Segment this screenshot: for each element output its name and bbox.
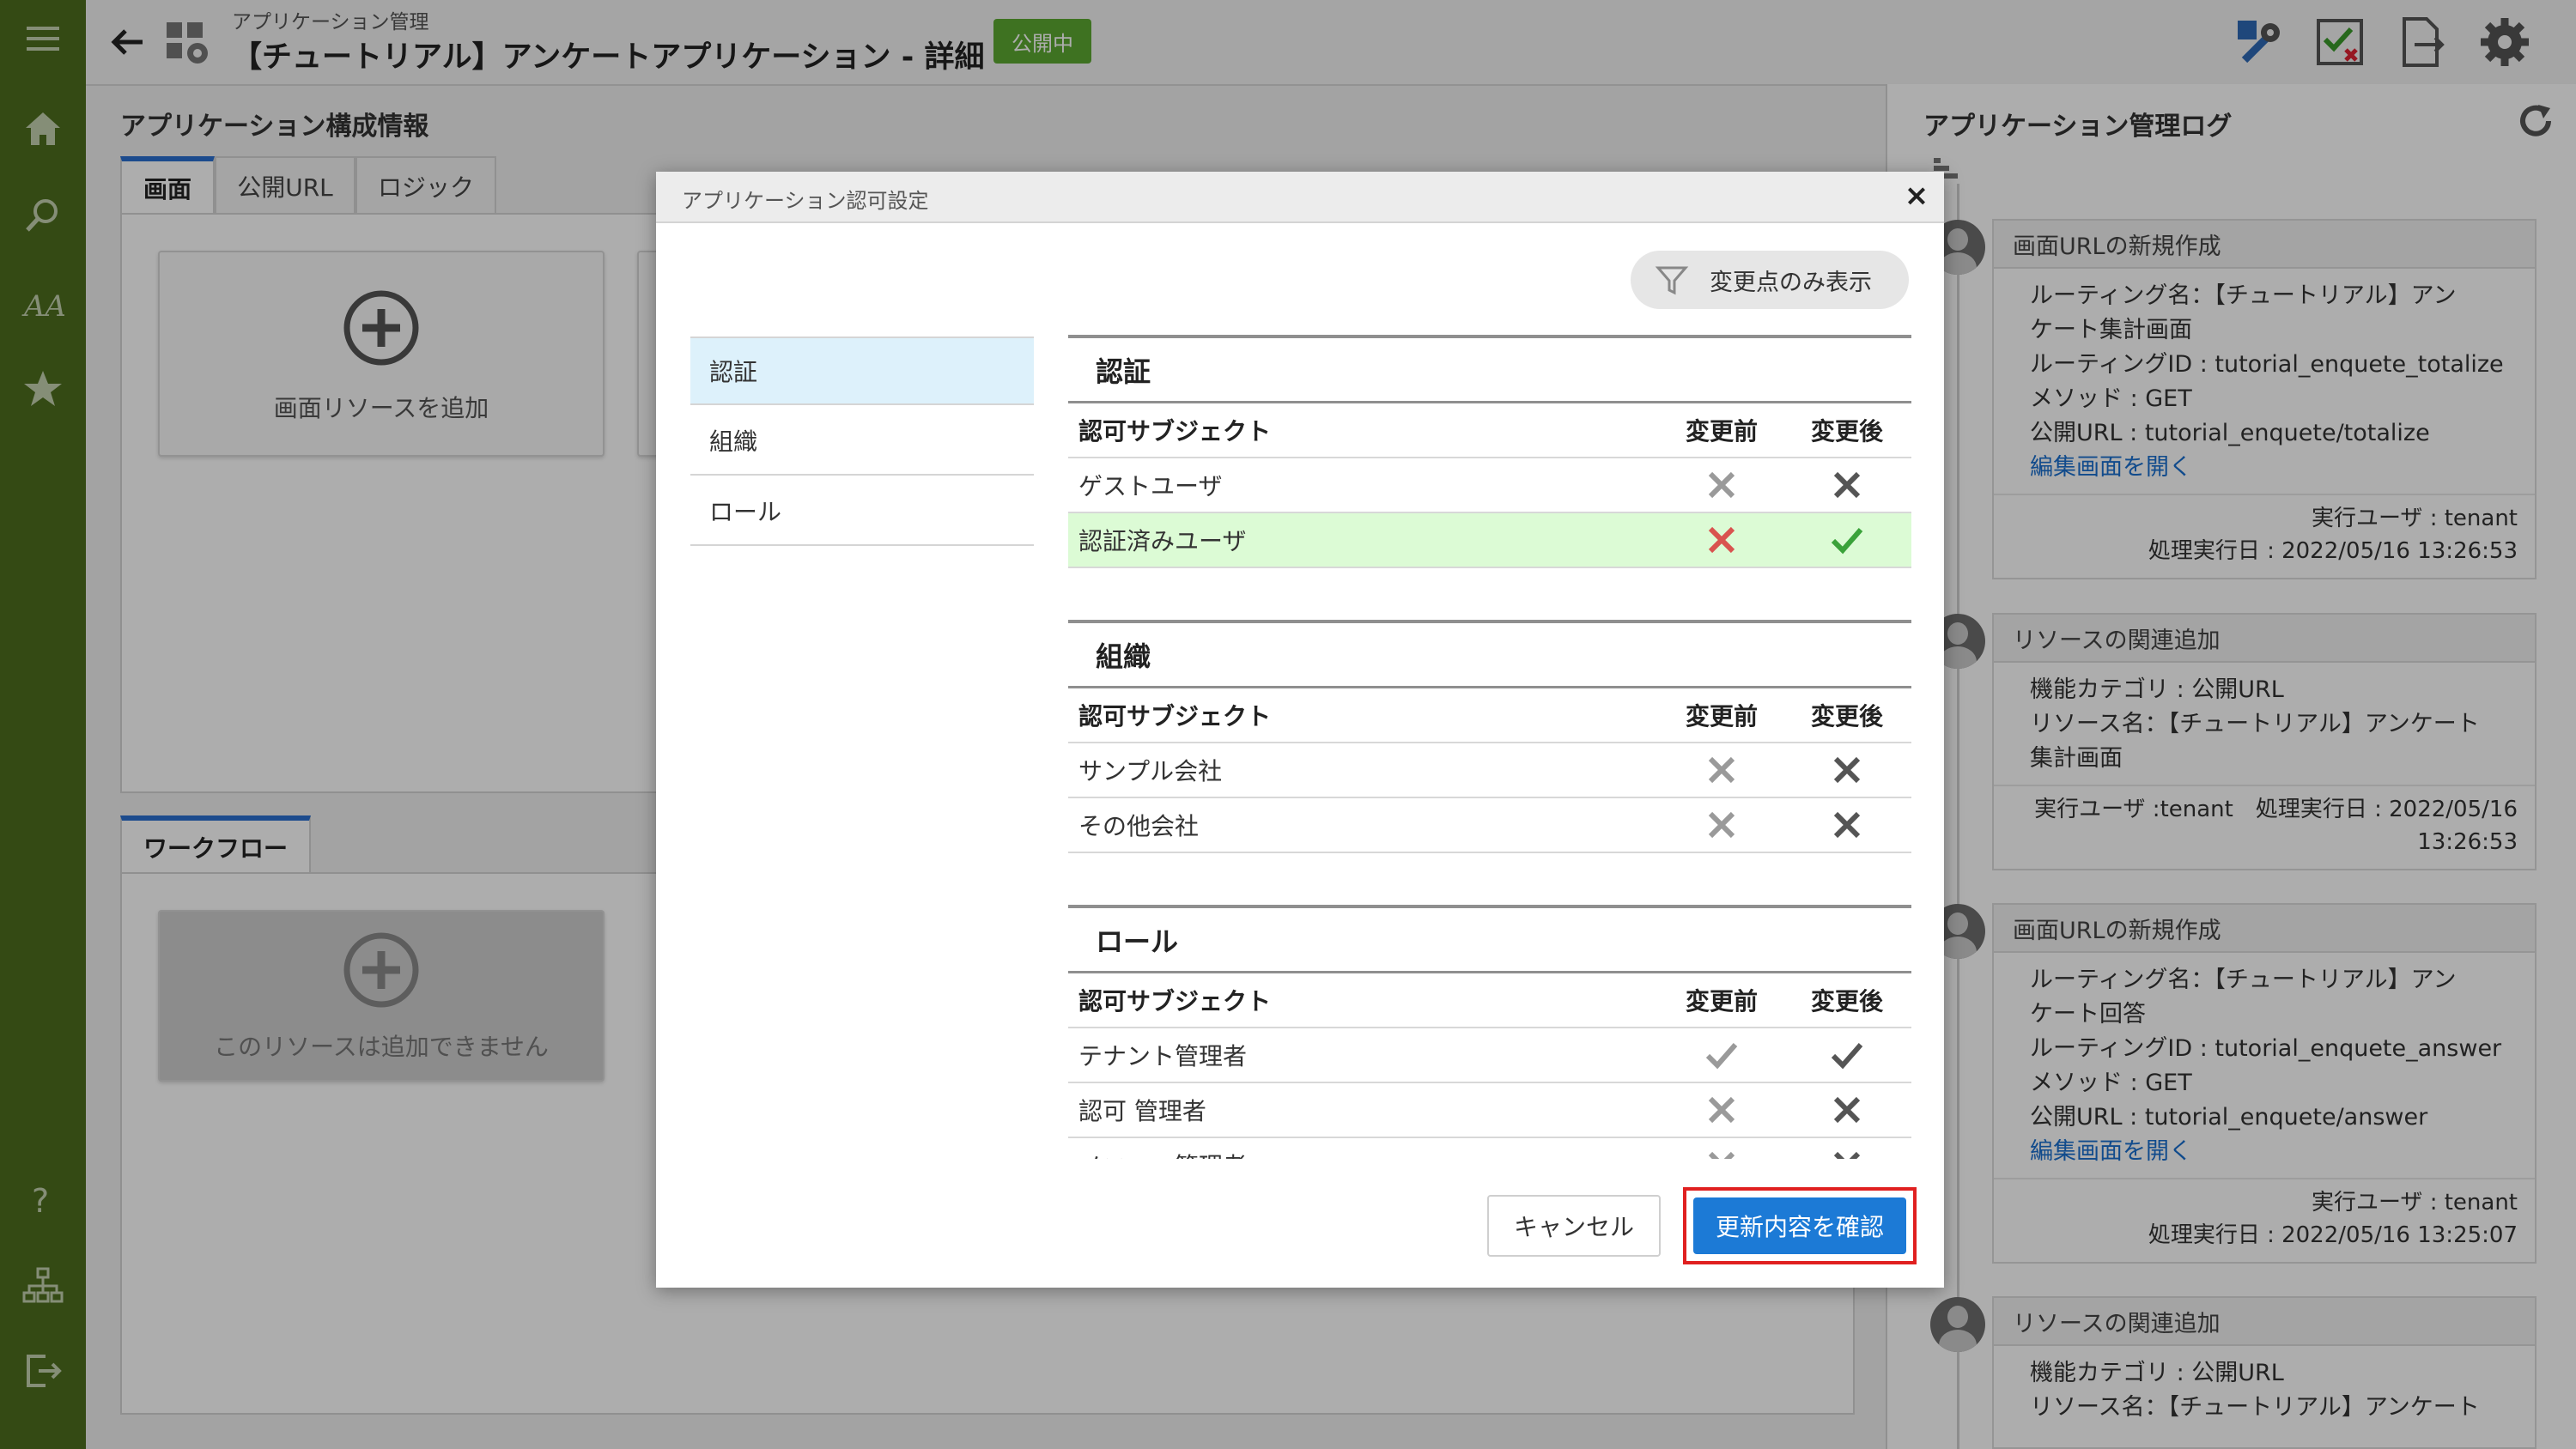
section-title: 認証: [1068, 335, 1911, 403]
after-cross-icon: [1784, 470, 1910, 500]
table-row: 認可 管理者: [1068, 1083, 1911, 1138]
dialog-title: アプリケーション認可設定: [682, 189, 929, 213]
subject-name: テナント管理者: [1078, 1042, 1248, 1070]
before-cross-icon: [1659, 755, 1784, 785]
confirm-update-button[interactable]: 更新内容を確認: [1693, 1197, 1906, 1254]
table-row: メニュー管理者: [1068, 1138, 1911, 1159]
cancel-button[interactable]: キャンセル: [1487, 1195, 1661, 1257]
table-header-row: 認可サブジェクト 変更前 変更後: [1068, 688, 1911, 743]
table-header-row: 認可サブジェクト 変更前 変更後: [1068, 403, 1911, 458]
col-before: 変更前: [1685, 417, 1758, 446]
auth-section: 組織認可サブジェクト 変更前 変更後サンプル会社 その他会社: [1068, 620, 1911, 853]
col-subject: 認可サブジェクト: [1078, 417, 1272, 446]
col-subject: 認可サブジェクト: [1078, 987, 1272, 1016]
section-title: ロール: [1068, 905, 1911, 973]
section-title: 組織: [1068, 620, 1911, 688]
authorization-dialog: アプリケーション認可設定 × 変更点のみ表示 認証 組織 ロール 認証 認可サブジ…: [656, 172, 1944, 1288]
subject-name: 認可 管理者: [1078, 1097, 1206, 1125]
table-row: ゲストユーザ: [1068, 458, 1911, 513]
col-before: 変更前: [1685, 702, 1758, 731]
before-cross-icon: [1659, 524, 1784, 555]
subject-name: 認証済みユーザ: [1078, 527, 1247, 555]
col-after: 変更後: [1810, 987, 1883, 1016]
after-check-icon: [1784, 1040, 1910, 1070]
table-row: テナント管理者: [1068, 1028, 1911, 1083]
col-after: 変更後: [1810, 417, 1883, 446]
subject-name: メニュー管理者: [1068, 1148, 1659, 1159]
subject-name: サンプル会社: [1078, 757, 1223, 785]
after-cross-icon: [1784, 809, 1910, 840]
after-cross-icon: [1784, 755, 1910, 785]
col-after: 変更後: [1810, 702, 1883, 731]
nav-organization[interactable]: 組織: [690, 407, 1034, 476]
before-check-icon: [1659, 1040, 1784, 1070]
auth-section: 認証認可サブジェクト 変更前 変更後ゲストユーザ 認証済みユーザ: [1068, 335, 1911, 568]
auth-section: ロール認可サブジェクト 変更前 変更後テナント管理者認可 管理者メニュー管理者: [1068, 905, 1911, 1159]
subject-name: ゲストユーザ: [1078, 472, 1223, 500]
after-cross-icon: [1784, 1149, 1910, 1159]
nav-role[interactable]: ロール: [690, 477, 1034, 546]
before-cross-icon: [1659, 1094, 1784, 1125]
before-cross-icon: [1659, 470, 1784, 500]
close-icon[interactable]: ×: [1901, 180, 1932, 211]
after-check-icon: [1784, 524, 1910, 555]
table-row: 認証済みユーザ: [1068, 513, 1911, 568]
dialog-header: アプリケーション認可設定 ×: [656, 172, 1944, 223]
show-changes-only-label: 変更点のみ表示: [1710, 269, 1872, 296]
confirm-button-highlight: 更新内容を確認: [1683, 1187, 1917, 1264]
before-cross-icon: [1659, 809, 1784, 840]
table-row: その他会社: [1068, 798, 1911, 853]
col-subject: 認可サブジェクト: [1078, 702, 1272, 731]
table-row: サンプル会社: [1068, 743, 1911, 798]
after-cross-icon: [1784, 1094, 1910, 1125]
filter-icon: [1655, 266, 1689, 295]
table-header-row: 認可サブジェクト 変更前 変更後: [1068, 973, 1911, 1028]
show-changes-only-button[interactable]: 変更点のみ表示: [1631, 251, 1909, 309]
subject-name: その他会社: [1078, 812, 1200, 840]
authorization-list[interactable]: 認証 認可サブジェクト 変更前 変更後 ゲストユーザ 認証済みユーザ 組織 認可サブジェクト変…: [1068, 335, 1911, 1159]
col-before: 変更前: [1685, 987, 1758, 1016]
before-cross-icon: [1659, 1149, 1784, 1159]
nav-authentication[interactable]: 認証: [690, 336, 1034, 405]
